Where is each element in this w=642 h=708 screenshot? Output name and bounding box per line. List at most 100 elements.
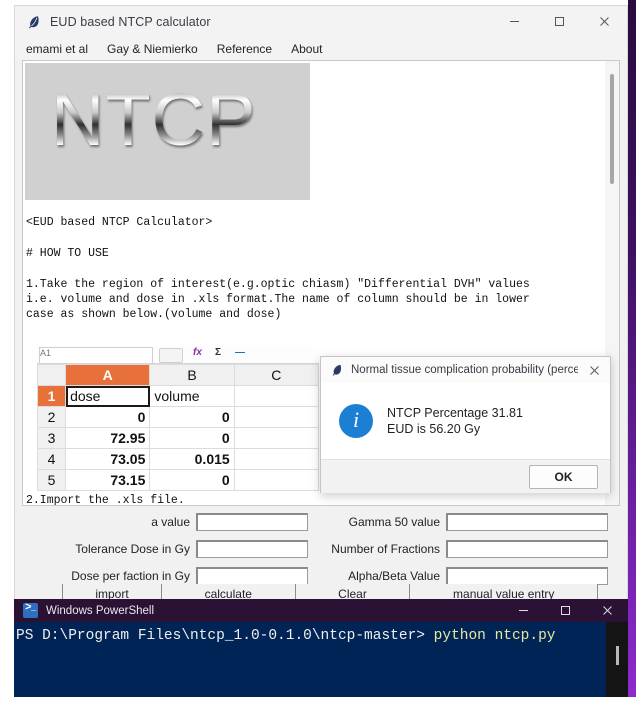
powershell-icon [23,602,38,618]
dialog-title: Normal tissue complication probability (… [351,364,579,376]
field-row-gamma-50: Gamma 50 value [322,511,612,532]
app-title: EUD based NTCP calculator [50,14,211,29]
app-titlebar: EUD based NTCP calculator [15,6,627,37]
spreadsheet-corner-cell [37,364,67,386]
bottom-margin [0,697,642,708]
menu-item-reference[interactable]: Reference [217,42,272,56]
spreadsheet-cell-c2 [233,406,319,428]
label-tolerance-dose: Tolerance Dose in Gy [75,541,190,556]
table-row: 4 73.05 0.015 [37,448,319,470]
feather-icon [26,14,42,30]
howto-step1-line2: i.e. volume and dose in .xls format.The … [26,293,530,306]
spreadsheet-grid: A B C 1 dose volume 2 0 0 3 72.95 0 4 73… [37,364,319,491]
close-icon[interactable] [578,357,610,383]
ntcp-logo-banner: NTCP [25,63,310,200]
table-row: 3 72.95 0 [37,427,319,449]
app-menubar: emami et al Gay & Niemierko Reference Ab… [15,37,627,60]
label-a-value: a value [151,514,190,529]
spreadsheet-col-header-c: C [233,364,319,386]
scrollbar-thumb[interactable] [610,74,614,184]
powershell-console[interactable]: PS D:\Program Files\ntcp_1.0-0.1.0\ntcp-… [14,622,628,697]
dialog-titlebar: Normal tissue complication probability (… [321,357,610,383]
menu-item-gay-niemierko[interactable]: Gay & Niemierko [107,42,198,56]
minimize-icon[interactable] [492,6,537,37]
ntcp-logo-text: NTCP [51,78,257,161]
spreadsheet-cell-a4: 73.05 [65,448,151,470]
powershell-title: Windows PowerShell [46,604,155,617]
dash-icon: — [235,347,245,358]
dialog-body: i NTCP Percentage 31.81 EUD is 56.20 Gy [321,383,610,459]
spreadsheet-cell-b3: 0 [149,427,235,449]
spreadsheet-cell-a3: 72.95 [65,427,151,449]
label-dose-per-fraction: Dose per faction in Gy [71,568,190,583]
dialog-message-line1: NTCP Percentage 31.81 [387,406,523,420]
powershell-window-controls [502,599,628,622]
spreadsheet-example-image: A1 fx Σ — A B C 1 dose volume 2 0 0 3 72… [37,346,319,493]
field-row-number-of-fractions: Number of Fractions [322,538,612,559]
label-gamma-50: Gamma 50 value [348,514,440,529]
menu-item-about[interactable]: About [291,42,322,56]
dialog-footer: OK [321,459,610,493]
ok-button[interactable]: OK [529,464,598,489]
fx-icon: fx [193,347,202,358]
spreadsheet-cell-c1 [233,385,319,407]
minimize-icon[interactable] [502,599,544,622]
content-heading: <EUD based NTCP Calculator> [26,216,213,229]
table-row: 5 73.15 0 [37,469,319,491]
input-alpha-beta[interactable] [446,566,608,585]
powershell-caret [616,646,619,665]
field-row-tolerance-dose: Tolerance Dose in Gy [22,538,312,559]
input-a-value[interactable] [196,512,308,531]
spreadsheet-cell-b5: 0 [149,469,235,491]
powershell-window: Windows PowerShell PS D:\Program Files\n… [14,599,628,697]
maximize-icon[interactable] [537,6,582,37]
label-alpha-beta: Alpha/Beta Value [348,568,440,583]
menu-item-emami[interactable]: emami et al [26,42,88,56]
field-row-alpha-beta: Alpha/Beta Value [322,565,612,586]
howto-step2: 2.Import the .xls file. [26,494,185,506]
table-row: 2 0 0 [37,406,319,428]
howto-title: # HOW TO USE [26,247,109,260]
powershell-command: python ntcp.py [433,628,556,644]
screen-root: EUD based NTCP calculator emami et al Ga… [0,0,642,708]
input-gamma-50[interactable] [446,512,608,531]
spreadsheet-cell-b4: 0.015 [149,448,235,470]
spreadsheet-col-header-a: A [65,364,151,386]
desktop-accent-strip [628,0,636,708]
maximize-icon[interactable] [544,599,586,622]
spreadsheet-cell-b1: volume [149,385,235,407]
spreadsheet-cell-c5 [233,469,319,491]
spreadsheet-cell-a2: 0 [65,406,151,428]
spreadsheet-column-headers: A B C [37,364,319,386]
spreadsheet-row-header: 3 [37,427,67,449]
label-number-of-fractions: Number of Fractions [331,541,440,556]
howto-step1-line1: 1.Take the region of interest(e.g.optic … [26,278,530,291]
spreadsheet-row-header: 1 [37,385,67,407]
desktop-right-margin [636,0,642,708]
ntcp-app-window: EUD based NTCP calculator emami et al Ga… [14,5,628,605]
close-icon[interactable] [586,599,628,622]
spreadsheet-cell-a5: 73.15 [65,469,151,491]
powershell-prompt-line: PS D:\Program Files\ntcp_1.0-0.1.0\ntcp-… [16,627,628,646]
spreadsheet-cell-c3 [233,427,319,449]
dialog-message-line2: EUD is 56.20 Gy [387,422,481,436]
dialog-message: NTCP Percentage 31.81 EUD is 56.20 Gy [387,405,523,437]
spreadsheet-col-header-b: B [149,364,235,386]
spreadsheet-cell-c4 [233,448,319,470]
spreadsheet-cell-a1: dose [65,385,151,407]
feather-icon [330,363,344,377]
input-number-of-fractions[interactable] [446,539,608,558]
field-row-dose-per-fraction: Dose per faction in Gy [22,565,312,586]
input-tolerance-dose[interactable] [196,539,308,558]
field-row-a-value: a value [22,511,312,532]
table-row: 1 dose volume [37,385,319,407]
spreadsheet-row-header: 5 [37,469,67,491]
spreadsheet-row-header: 4 [37,448,67,470]
spreadsheet-dropdown-button [159,348,183,363]
powershell-prompt: PS D:\Program Files\ntcp_1.0-0.1.0\ntcp-… [16,628,434,644]
spreadsheet-cell-b2: 0 [149,406,235,428]
close-icon[interactable] [582,6,627,37]
howto-step1-line3: case as shown below.(volume and dose) [26,308,282,321]
info-icon: i [339,404,373,438]
input-dose-per-fraction[interactable] [196,566,308,585]
